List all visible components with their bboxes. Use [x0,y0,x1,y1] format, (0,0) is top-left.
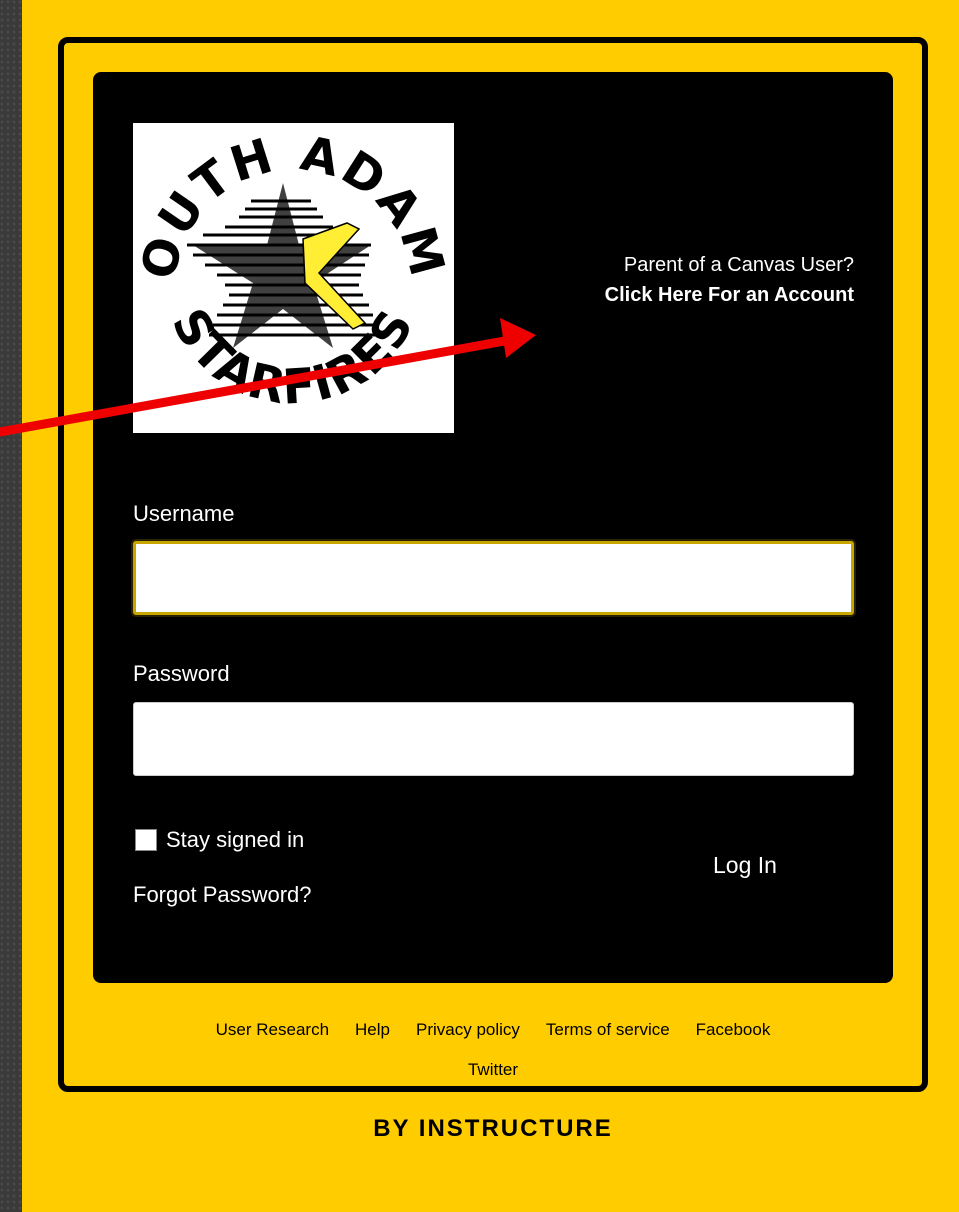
footer-links: User Research Help Privacy policy Terms of … [93,1018,893,1042]
footer-links-second-row: Twitter [93,1060,893,1080]
password-input[interactable] [133,702,854,776]
stay-signed-in-label[interactable]: Stay signed in [166,826,304,854]
svg-text:STARFIRES: STARFIRES [160,299,425,415]
password-label: Password [133,661,230,686]
school-logo: SOUTH ADAMS STARFIRES [114,79,454,433]
footer-link-terms[interactable]: Terms of service [546,1020,670,1039]
footer-link-user-research[interactable]: User Research [216,1020,329,1039]
footer-link-twitter[interactable]: Twitter [468,1060,518,1079]
username-label: Username [133,501,235,526]
username-input[interactable] [133,541,854,615]
login-button[interactable]: Log In [690,848,800,882]
star-logo-icon: SOUTH ADAMS STARFIRES [114,79,453,416]
footer-link-facebook[interactable]: Facebook [696,1020,771,1039]
parent-prompt: Parent of a Canvas User? [623,254,854,276]
parent-account-link[interactable]: Click Here For an Account [500,281,854,309]
footer-link-privacy[interactable]: Privacy policy [416,1020,520,1039]
logo-bottom-text: STARFIRES [160,299,423,415]
footer-link-help[interactable]: Help [355,1020,390,1039]
stay-signed-in-checkbox[interactable] [135,829,157,851]
instructure-brand: BY INSTRUCTURE [373,1115,613,1142]
forgot-password-link[interactable]: Forgot Password? [133,881,312,909]
